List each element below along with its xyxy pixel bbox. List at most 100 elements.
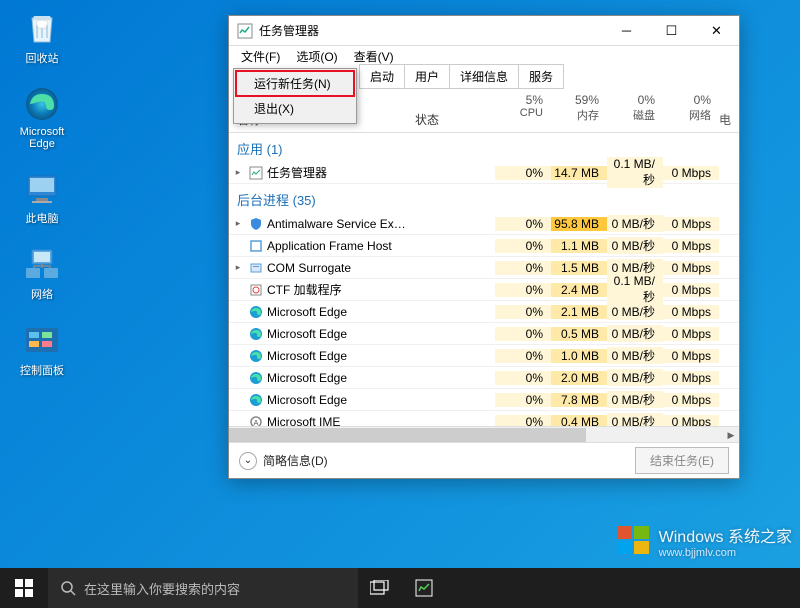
process-icon: [247, 239, 265, 253]
process-name: Microsoft IME: [265, 415, 411, 427]
desktop-icon-edge[interactable]: Microsoft Edge: [8, 84, 76, 150]
memory-cell: 0.5 MB: [551, 327, 607, 341]
search-icon: [60, 580, 76, 596]
task-manager-icon: [237, 23, 253, 39]
taskbar-app-task-manager[interactable]: [402, 568, 446, 608]
memory-cell: 7.8 MB: [551, 393, 607, 407]
col-cpu[interactable]: 5%CPU: [495, 89, 551, 132]
memory-cell: 1.5 MB: [551, 261, 607, 275]
footer: ⌄ 简略信息(D) 结束任务(E): [229, 442, 739, 478]
task-manager-window: 任务管理器 ─ ☐ ✕ 文件(F) 选项(O) 查看(V) 运行新任务(N) 退…: [228, 15, 740, 479]
task-view-button[interactable]: [358, 568, 402, 608]
process-icon: [247, 261, 265, 275]
windows-logo-icon: [615, 522, 653, 560]
taskbar-search[interactable]: 在这里输入你要搜索的内容: [48, 568, 358, 608]
process-row[interactable]: Application Frame Host0%1.1 MB0 MB/秒0 Mb…: [229, 235, 739, 257]
search-placeholder: 在这里输入你要搜索的内容: [84, 579, 240, 598]
cpu-cell: 0%: [495, 327, 551, 341]
desktop-icon-this-pc[interactable]: 此电脑: [8, 168, 76, 226]
horizontal-scrollbar[interactable]: ◀ ▶: [229, 426, 739, 442]
col-memory[interactable]: 59%内存: [551, 89, 607, 132]
cpu-cell: 0%: [495, 166, 551, 180]
cpu-cell: 0%: [495, 371, 551, 385]
tab-details[interactable]: 详细信息: [449, 64, 519, 89]
minimize-button[interactable]: ─: [604, 16, 649, 46]
process-row[interactable]: Microsoft Edge0%2.1 MB0 MB/秒0 Mbps: [229, 301, 739, 323]
process-row[interactable]: Microsoft Edge0%1.0 MB0 MB/秒0 Mbps: [229, 345, 739, 367]
process-icon: [247, 283, 265, 297]
disk-cell: 0 MB/秒: [607, 303, 663, 320]
desktop-icon-network[interactable]: 网络: [8, 244, 76, 302]
this-pc-icon: [22, 168, 62, 208]
process-name: Microsoft Edge: [265, 371, 411, 385]
process-icon: [247, 305, 265, 319]
start-button[interactable]: [0, 568, 48, 608]
desktop-icon-label: 网络: [31, 286, 53, 302]
process-row[interactable]: Microsoft Edge0%2.0 MB0 MB/秒0 Mbps: [229, 367, 739, 389]
disk-cell: 0.1 MB/秒: [607, 157, 663, 188]
tab-users[interactable]: 用户: [404, 64, 450, 89]
memory-cell: 2.0 MB: [551, 371, 607, 385]
col-status[interactable]: 状态: [411, 89, 495, 132]
titlebar[interactable]: 任务管理器 ─ ☐ ✕: [229, 16, 739, 46]
process-row[interactable]: AMicrosoft IME0%0.4 MB0 MB/秒0 Mbps: [229, 411, 739, 426]
close-button[interactable]: ✕: [694, 16, 739, 46]
process-name: CTF 加载程序: [265, 281, 411, 298]
process-icon: [247, 217, 265, 231]
expand-toggle[interactable]: ▸: [229, 167, 247, 178]
desktop-icon-label: 此电脑: [26, 210, 59, 226]
network-cell: 0 Mbps: [663, 305, 719, 319]
window-title: 任务管理器: [259, 22, 604, 39]
desktop-icon-recycle-bin[interactable]: 回收站: [8, 8, 76, 66]
cpu-cell: 0%: [495, 393, 551, 407]
tab-startup[interactable]: 启动: [359, 64, 405, 89]
network-cell: 0 Mbps: [663, 371, 719, 385]
end-task-button[interactable]: 结束任务(E): [635, 447, 729, 474]
desktop-icon-control-panel[interactable]: 控制面板: [8, 320, 76, 378]
cpu-cell: 0%: [495, 349, 551, 363]
memory-cell: 1.0 MB: [551, 349, 607, 363]
process-row[interactable]: Microsoft Edge0%7.8 MB0 MB/秒0 Mbps: [229, 389, 739, 411]
network-cell: 0 Mbps: [663, 239, 719, 253]
expand-toggle[interactable]: ▸: [229, 218, 247, 229]
expand-toggle[interactable]: ▸: [229, 262, 247, 273]
brief-info-toggle[interactable]: ⌄ 简略信息(D): [239, 452, 635, 470]
menu-exit[interactable]: 退出(X): [236, 96, 354, 121]
maximize-button[interactable]: ☐: [649, 16, 694, 46]
memory-cell: 0.4 MB: [551, 415, 607, 427]
taskbar[interactable]: 在这里输入你要搜索的内容: [0, 568, 800, 608]
cpu-cell: 0%: [495, 261, 551, 275]
memory-cell: 2.4 MB: [551, 283, 607, 297]
desktop-icon-label: Microsoft Edge: [8, 126, 76, 150]
process-name: Antimalware Service Executa...: [265, 217, 411, 231]
network-cell: 0 Mbps: [663, 166, 719, 180]
process-row[interactable]: CTF 加载程序0%2.4 MB0.1 MB/秒0 Mbps: [229, 279, 739, 301]
disk-cell: 0 MB/秒: [607, 347, 663, 364]
process-name: Microsoft Edge: [265, 393, 411, 407]
col-network[interactable]: 0%网络: [663, 89, 719, 132]
menu-file[interactable]: 文件(F): [233, 46, 288, 67]
process-row[interactable]: Microsoft Edge0%0.5 MB0 MB/秒0 Mbps: [229, 323, 739, 345]
tab-services[interactable]: 服务: [518, 64, 564, 89]
process-list[interactable]: 应用 (1) ▸任务管理器0%14.7 MB0.1 MB/秒0 Mbps 后台进…: [229, 133, 739, 426]
group-background[interactable]: 后台进程 (35): [229, 184, 739, 213]
cpu-cell: 0%: [495, 217, 551, 231]
scroll-thumb[interactable]: [229, 428, 586, 442]
col-extra[interactable]: 电: [719, 89, 739, 132]
network-cell: 0 Mbps: [663, 327, 719, 341]
process-row[interactable]: ▸任务管理器0%14.7 MB0.1 MB/秒0 Mbps: [229, 162, 739, 184]
scroll-right-arrow[interactable]: ▶: [723, 427, 739, 443]
edge-icon: [22, 84, 62, 124]
process-row[interactable]: ▸Antimalware Service Executa...0%95.8 MB…: [229, 213, 739, 235]
memory-cell: 14.7 MB: [551, 166, 607, 180]
menu-run-new-task[interactable]: 运行新任务(N): [236, 71, 354, 96]
menu-options[interactable]: 选项(O): [288, 46, 345, 67]
watermark-url: www.bjjmlv.com: [659, 547, 792, 559]
desktop-icon-label: 回收站: [26, 50, 59, 66]
network-cell: 0 Mbps: [663, 393, 719, 407]
watermark: Windows 系统之家 www.bjjmlv.com: [615, 522, 792, 560]
process-icon: [247, 166, 265, 180]
col-disk[interactable]: 0%磁盘: [607, 89, 663, 132]
process-name: Application Frame Host: [265, 239, 411, 253]
network-cell: 0 Mbps: [663, 349, 719, 363]
